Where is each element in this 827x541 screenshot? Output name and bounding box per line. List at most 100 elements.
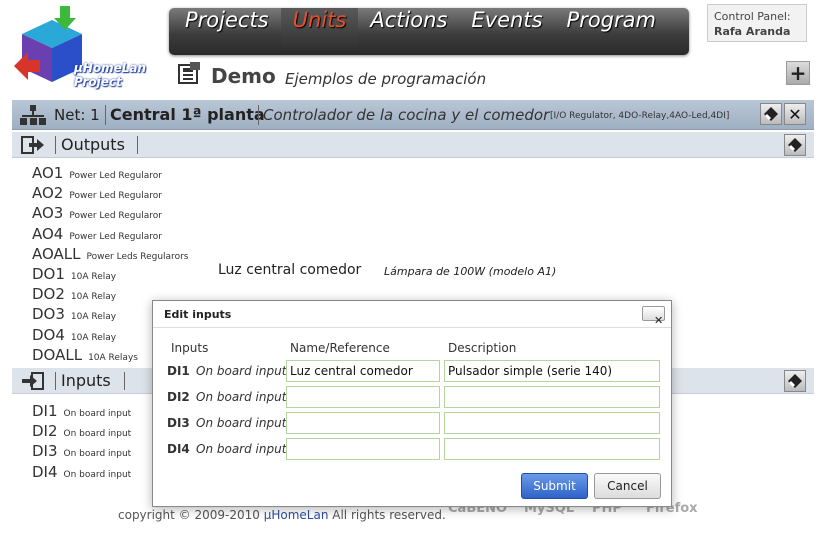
inputs-list: DI1 On board input DI2 On board input DI3 O… [32,401,131,482]
list-item[interactable]: DI4 On board input [32,462,131,482]
add-unit-button[interactable]: + [786,61,810,85]
output-assigned-description: Lámpara de 100W (modelo A1) [384,265,557,278]
list-item[interactable]: AO3 Power Led Regularor [32,203,188,223]
submit-button[interactable]: Submit [521,473,588,499]
output-type: 10A Relay [70,332,117,343]
row-code: DI3 [167,416,190,430]
row-type: On board input [196,364,287,378]
input-type: On board input [63,409,132,419]
tab-actions[interactable]: Actions [358,8,459,55]
dialog-close-button[interactable]: ✕ [642,306,665,327]
name-field-di4[interactable] [286,438,440,460]
list-item[interactable]: AO1 Power Led Regularor [32,163,188,183]
name-field-di1[interactable] [286,360,440,382]
output-type: Power Led Regularor [69,211,162,222]
copyright-text: copyright © 2009-2010 [118,508,260,522]
output-type: Power Led Regularor [69,231,162,242]
page: μHomeLan Project Projects Units Actions … [0,0,827,541]
output-type: 10A Relay [70,271,117,282]
project-title: Demo [211,64,276,88]
net-label: Net: 1 [54,106,100,124]
footer-link[interactable]: μHomeLan [264,508,329,522]
separator [55,136,56,154]
input-type: On board input [63,469,132,480]
output-code: DO1 [32,264,65,283]
list-item[interactable]: DO1 10A Relay [32,264,188,284]
row-type: On board input [196,390,287,404]
tab-events[interactable]: Events [459,8,554,55]
list-item[interactable]: AO2 Power Led Regularor [32,183,188,203]
logo-text-line2: Project [74,75,122,89]
input-type: On board input [63,449,132,460]
output-type: Power Led Regularor [69,191,162,202]
outputs-section-header: Outputs [12,132,814,158]
edit-inputs-dialog: Edit inputs ✕ Inputs Name/Reference Desc… [152,300,672,507]
input-code: DI1 [32,402,58,420]
output-code: DO2 [32,285,65,304]
description-field-di1[interactable] [444,360,660,382]
separator [258,105,259,125]
separator [137,136,138,154]
control-panel-box[interactable]: Control Panel: Rafa Aranda [707,4,807,42]
list-item[interactable]: AO4 Power Led Regularor [32,224,188,244]
output-icon [21,136,44,154]
delete-central-button[interactable]: ✕ [784,103,806,125]
net-bar: Net: 1 Central 1ª planta Controlador de … [12,100,814,130]
input-icon [22,372,44,390]
inputs-label: Inputs [61,371,111,390]
output-code: DOALL [32,345,83,364]
output-assigned-name[interactable]: Luz central comedor [218,262,361,278]
plus-icon: + [789,61,807,85]
footer: copyright © 2009-2010 μHomeLan All right… [118,508,446,522]
dialog-titlebar[interactable]: Edit inputs ✕ [153,301,671,328]
controller-info: [I/O Regulator, 4DO-Relay,4AO-Led,4DI] [550,111,730,121]
description-field-di2[interactable] [444,386,660,408]
list-item[interactable]: DI1 On board input [32,401,131,421]
list-item[interactable]: DI2 On board input [32,421,131,441]
output-code: AO4 [32,224,64,243]
edit-central-button[interactable] [760,103,782,125]
input-code: DI2 [32,422,58,441]
output-code: AO3 [32,204,64,223]
tab-projects[interactable]: Projects [173,8,281,55]
output-type: Power Led Regularor [69,171,162,181]
input-code: DI3 [32,442,58,461]
row-type: On board input [196,416,287,430]
row-code: DI1 [167,364,190,378]
output-code: AO1 [32,164,64,182]
outputs-label: Outputs [61,135,125,154]
control-panel-user[interactable]: Rafa Aranda [714,24,800,39]
output-code: DO3 [32,305,65,324]
output-code: DO4 [32,325,65,344]
cancel-button[interactable]: Cancel [594,473,661,499]
project-description: Ejemplos de programación [285,70,487,88]
input-code: DI4 [32,462,58,481]
col-header-description: Description [448,341,517,355]
output-code: AO2 [32,184,64,203]
tab-program[interactable]: Program [555,8,668,55]
name-field-di3[interactable] [286,412,440,434]
control-panel-label: Control Panel: [714,10,791,23]
main-nav: Projects Units Actions Events Program [169,8,689,55]
output-type: 10A Relays [88,352,138,363]
controller-description: Controlador de la cocina y el comedor [263,106,550,124]
central-name[interactable]: Central 1ª planta [110,105,265,124]
description-field-di3[interactable] [444,412,660,434]
list-item[interactable]: DI3 On board input [32,441,131,461]
name-field-di2[interactable] [286,386,440,408]
input-type: On board input [63,429,132,440]
rights-text: All rights reserved. [332,508,446,522]
row-code: DI4 [167,442,190,456]
eraser-icon [764,107,778,121]
col-header-inputs: Inputs [171,341,209,355]
separator [105,105,106,125]
separator [55,372,56,390]
edit-outputs-button[interactable] [784,134,806,156]
close-icon: ✕ [654,314,664,327]
list-item[interactable]: AOALL Power Leds Regularors [32,244,188,264]
tab-units[interactable]: Units [280,8,359,55]
col-header-name: Name/Reference [290,341,390,355]
description-field-di4[interactable] [444,438,660,460]
edit-inputs-button[interactable] [784,370,806,392]
uhomelan-logo[interactable]: μHomeLan Project [12,6,152,92]
